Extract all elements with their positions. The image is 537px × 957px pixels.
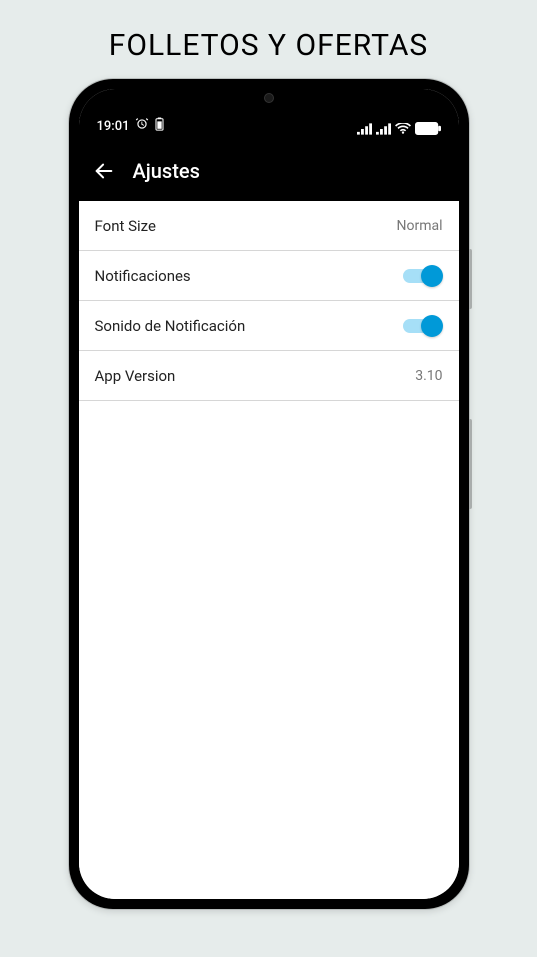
settings-row-notifications: Notificaciones	[79, 251, 459, 301]
notifications-toggle[interactable]	[403, 265, 443, 287]
settings-row-app-version: App Version 3.10	[79, 351, 459, 401]
back-button[interactable]	[93, 160, 115, 182]
settings-list: Font Size Normal Notificaciones Sonido d…	[79, 201, 459, 899]
signal-icon-1	[357, 123, 372, 135]
font-size-value: Normal	[396, 218, 442, 234]
phone-frame: 19:01	[69, 79, 469, 909]
phone-camera	[264, 93, 274, 103]
phone-screen: 19:01	[79, 89, 459, 899]
settings-row-notif-sound: Sonido de Notificación	[79, 301, 459, 351]
wifi-icon	[395, 123, 411, 135]
arrow-left-icon	[93, 160, 115, 182]
app-version-value: 3.10	[415, 368, 442, 384]
notif-sound-label: Sonido de Notificación	[95, 317, 246, 335]
app-bar-title: Ajustes	[133, 159, 200, 183]
page-title: FOLLETOS Y OFERTAS	[109, 28, 428, 63]
toggle-thumb	[421, 315, 443, 337]
app-bar: Ajustes	[79, 141, 459, 201]
status-time: 19:01	[97, 119, 130, 134]
toggle-thumb	[421, 265, 443, 287]
notifications-label: Notificaciones	[95, 267, 191, 285]
alarm-icon	[135, 117, 149, 135]
battery-small-icon	[155, 117, 164, 135]
font-size-label: Font Size	[95, 217, 156, 235]
phone-power-button	[469, 419, 472, 509]
notif-sound-toggle[interactable]	[403, 315, 443, 337]
battery-icon	[415, 122, 441, 135]
signal-icon-2	[376, 123, 391, 135]
phone-volume-button	[469, 249, 472, 309]
settings-row-font-size[interactable]: Font Size Normal	[79, 201, 459, 251]
app-version-label: App Version	[95, 367, 176, 385]
